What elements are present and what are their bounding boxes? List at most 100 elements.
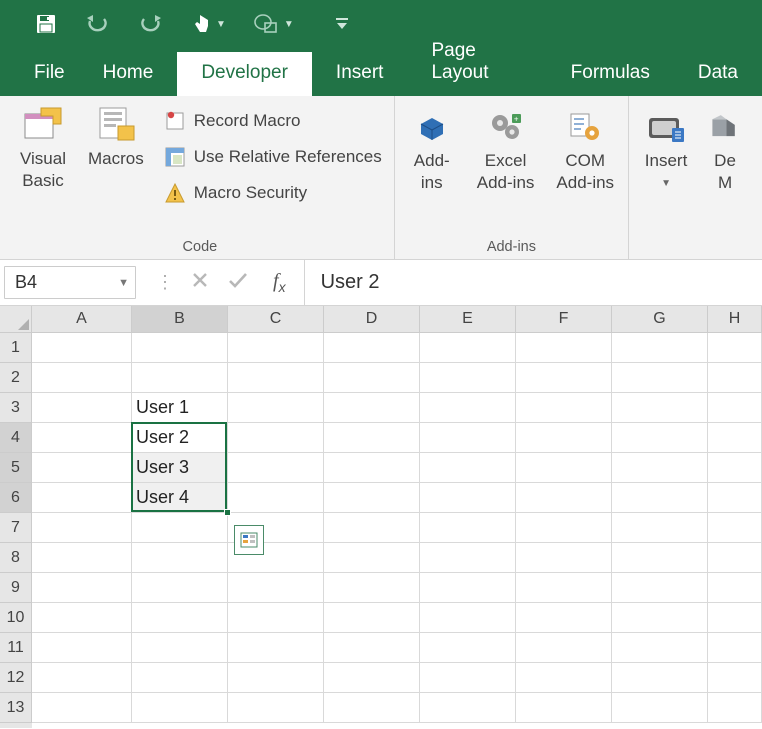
record-macro-button[interactable]: Record Macro: [160, 104, 386, 138]
cell-D13[interactable]: [324, 693, 420, 723]
cell-A4[interactable]: [32, 423, 132, 453]
row-header-8[interactable]: 8: [0, 543, 32, 573]
cell-H5[interactable]: [708, 453, 762, 483]
row-header-13[interactable]: 13: [0, 693, 32, 723]
cell-E11[interactable]: [420, 633, 516, 663]
cell-B4[interactable]: User 2: [132, 423, 228, 453]
shape-icon[interactable]: ▼: [254, 14, 294, 34]
col-header-A[interactable]: A: [32, 306, 132, 333]
cell-A13[interactable]: [32, 693, 132, 723]
cell-C4[interactable]: [228, 423, 324, 453]
cell-F13[interactable]: [516, 693, 612, 723]
cell-E1[interactable]: [420, 333, 516, 363]
row-header-5[interactable]: 5: [0, 453, 32, 483]
col-header-E[interactable]: E: [420, 306, 516, 333]
cell-F10[interactable]: [516, 603, 612, 633]
cell-F7[interactable]: [516, 513, 612, 543]
cell-A5[interactable]: [32, 453, 132, 483]
row-header-6[interactable]: 6: [0, 483, 32, 513]
macros-button[interactable]: Macros: [82, 102, 150, 170]
tab-data[interactable]: Data: [674, 52, 762, 96]
cell-C5[interactable]: [228, 453, 324, 483]
name-box-dropdown-icon[interactable]: ▼: [118, 277, 129, 289]
cell-G2[interactable]: [612, 363, 708, 393]
cell-C10[interactable]: [228, 603, 324, 633]
cell-G7[interactable]: [612, 513, 708, 543]
cell-H10[interactable]: [708, 603, 762, 633]
autofill-options-button[interactable]: [234, 525, 264, 555]
formula-input[interactable]: User 2: [304, 260, 762, 305]
excel-addins-button[interactable]: + Excel Add-ins: [471, 106, 541, 194]
cell-B3[interactable]: User 1: [132, 393, 228, 423]
cell-F6[interactable]: [516, 483, 612, 513]
cell-A10[interactable]: [32, 603, 132, 633]
cell-F4[interactable]: [516, 423, 612, 453]
cell-D2[interactable]: [324, 363, 420, 393]
cell-B12[interactable]: [132, 663, 228, 693]
cell-G9[interactable]: [612, 573, 708, 603]
cell-D3[interactable]: [324, 393, 420, 423]
name-box[interactable]: ▼: [4, 266, 136, 299]
cell-D7[interactable]: [324, 513, 420, 543]
cell-A6[interactable]: [32, 483, 132, 513]
cell-H12[interactable]: [708, 663, 762, 693]
visual-basic-button[interactable]: Visual Basic: [14, 102, 72, 192]
insert-control-button[interactable]: Insert ▼: [637, 106, 695, 189]
cell-A11[interactable]: [32, 633, 132, 663]
cell-B9[interactable]: [132, 573, 228, 603]
cell-C2[interactable]: [228, 363, 324, 393]
cell-C3[interactable]: [228, 393, 324, 423]
cell-E12[interactable]: [420, 663, 516, 693]
cell-G5[interactable]: [612, 453, 708, 483]
cell-F3[interactable]: [516, 393, 612, 423]
cell-C1[interactable]: [228, 333, 324, 363]
tab-formulas[interactable]: Formulas: [547, 52, 674, 96]
cell-B8[interactable]: [132, 543, 228, 573]
touch-mode-icon[interactable]: ▼: [192, 13, 226, 35]
row-header-11[interactable]: 11: [0, 633, 32, 663]
col-header-G[interactable]: G: [612, 306, 708, 333]
redo-icon[interactable]: [138, 15, 164, 33]
cell-H8[interactable]: [708, 543, 762, 573]
cancel-icon[interactable]: [191, 271, 209, 294]
cell-D6[interactable]: [324, 483, 420, 513]
cell-G10[interactable]: [612, 603, 708, 633]
row-header-2[interactable]: 2: [0, 363, 32, 393]
vertical-dots-icon[interactable]: ⋮: [156, 272, 173, 293]
col-header-H[interactable]: H: [708, 306, 762, 333]
cell-H4[interactable]: [708, 423, 762, 453]
cell-A12[interactable]: [32, 663, 132, 693]
row-header-7[interactable]: 7: [0, 513, 32, 543]
cell-F8[interactable]: [516, 543, 612, 573]
cell-B10[interactable]: [132, 603, 228, 633]
cell-E6[interactable]: [420, 483, 516, 513]
cell-D5[interactable]: [324, 453, 420, 483]
cell-E8[interactable]: [420, 543, 516, 573]
cell-A7[interactable]: [32, 513, 132, 543]
cell-C6[interactable]: [228, 483, 324, 513]
fill-handle[interactable]: [224, 509, 231, 516]
col-header-F[interactable]: F: [516, 306, 612, 333]
row-header-1[interactable]: 1: [0, 333, 32, 363]
cell-D4[interactable]: [324, 423, 420, 453]
cell-E13[interactable]: [420, 693, 516, 723]
cell-F1[interactable]: [516, 333, 612, 363]
cell-D9[interactable]: [324, 573, 420, 603]
save-icon[interactable]: [36, 14, 56, 34]
row-header-4[interactable]: 4: [0, 423, 32, 453]
addins-button[interactable]: Add- ins: [403, 106, 461, 194]
cell-B6[interactable]: User 4: [132, 483, 228, 513]
cell-G13[interactable]: [612, 693, 708, 723]
cell-G12[interactable]: [612, 663, 708, 693]
com-addins-button[interactable]: COM Add-ins: [550, 106, 620, 194]
cell-G8[interactable]: [612, 543, 708, 573]
cell-D8[interactable]: [324, 543, 420, 573]
cell-C13[interactable]: [228, 693, 324, 723]
cell-C11[interactable]: [228, 633, 324, 663]
cell-H13[interactable]: [708, 693, 762, 723]
cell-F5[interactable]: [516, 453, 612, 483]
cell-D1[interactable]: [324, 333, 420, 363]
row-header-9[interactable]: 9: [0, 573, 32, 603]
row-header-10[interactable]: 10: [0, 603, 32, 633]
cell-H7[interactable]: [708, 513, 762, 543]
